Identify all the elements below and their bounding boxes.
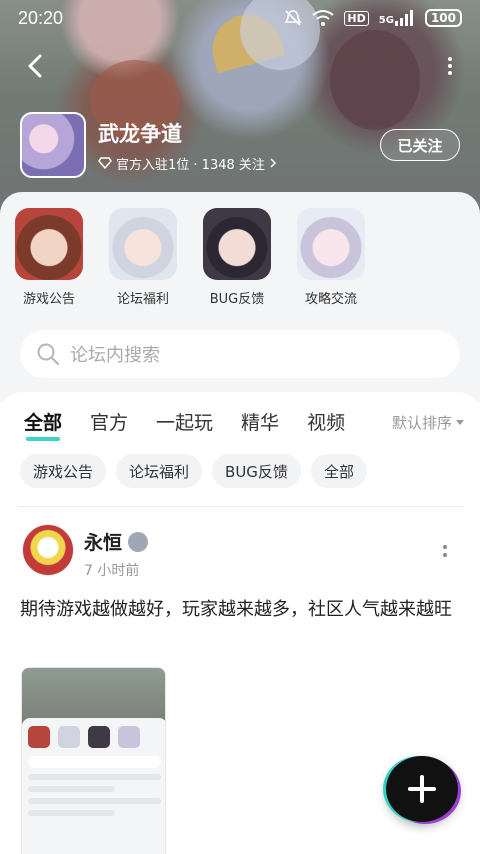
chip-announcement[interactable]: 游戏公告 bbox=[20, 454, 107, 488]
category-avatar bbox=[109, 208, 177, 280]
category-label: 攻略交流 bbox=[304, 292, 357, 307]
forum-header: 武龙争道 官方入驻1位 · 1348 关注 已关注 bbox=[20, 112, 460, 178]
post-image-thumbnail[interactable] bbox=[21, 667, 166, 854]
sort-label: 默认排序 bbox=[391, 414, 452, 432]
chip-all[interactable]: 全部 bbox=[310, 454, 367, 488]
thumbnail-body bbox=[22, 718, 165, 854]
thumbnail-category-icon bbox=[28, 726, 50, 748]
forum-meta[interactable]: 官方入驻1位 · 1348 关注 bbox=[98, 154, 277, 173]
tab-video[interactable]: 视频 bbox=[307, 408, 345, 441]
network-type-label: 5G bbox=[378, 15, 394, 26]
create-post-button[interactable] bbox=[386, 756, 458, 822]
thumbnail-category-icon bbox=[88, 726, 110, 748]
post-time: 7 小时前 bbox=[84, 563, 140, 579]
thumbnail-search bbox=[28, 756, 161, 768]
status-time: 20:20 bbox=[18, 7, 64, 28]
chip-welfare[interactable]: 论坛福利 bbox=[116, 454, 203, 488]
feed-tabs: 全部 官方 一起玩 精华 视频 bbox=[24, 408, 345, 441]
category-label: 论坛福利 bbox=[116, 292, 169, 307]
thumbnail-banner bbox=[22, 668, 165, 724]
category-item-announcement[interactable]: 游戏公告 bbox=[2, 208, 96, 307]
follow-button[interactable]: 已关注 bbox=[380, 129, 460, 161]
divider bbox=[18, 506, 464, 507]
category-item-welfare[interactable]: 论坛福利 bbox=[96, 208, 190, 307]
category-avatar bbox=[15, 208, 83, 280]
mute-icon bbox=[285, 10, 302, 26]
thumbnail-category-icon bbox=[118, 726, 140, 748]
search-input[interactable]: 论坛内搜索 bbox=[20, 330, 460, 378]
user-badge-icon bbox=[128, 532, 148, 552]
post-username[interactable]: 永恒 bbox=[84, 528, 122, 555]
sort-dropdown[interactable]: 默认排序 bbox=[392, 412, 464, 433]
tab-play-together[interactable]: 一起玩 bbox=[156, 408, 213, 441]
category-avatar bbox=[297, 208, 365, 280]
tab-featured[interactable]: 精华 bbox=[241, 408, 279, 441]
status-bar: 20:20 HD 5G 100 bbox=[0, 0, 480, 36]
post-content: 期待游戏越做越好，玩家越来越多，社区人气越来越旺 bbox=[20, 599, 452, 620]
category-item-bug-report[interactable]: BUG反馈 bbox=[190, 208, 284, 307]
chevron-right-icon bbox=[270, 158, 276, 168]
search-placeholder: 论坛内搜索 bbox=[70, 345, 160, 366]
back-button[interactable] bbox=[22, 52, 50, 80]
forum-stats: 官方入驻1位 · 1348 关注 bbox=[116, 157, 265, 173]
more-options-button[interactable] bbox=[444, 56, 456, 76]
avatar[interactable] bbox=[22, 524, 74, 576]
filter-chips: 游戏公告 论坛福利 BUG反馈 全部 bbox=[20, 454, 367, 488]
tab-official[interactable]: 官方 bbox=[90, 408, 128, 441]
thumbnail-line bbox=[28, 774, 161, 780]
category-row: 游戏公告 论坛福利 BUG反馈 攻略交流 bbox=[0, 208, 480, 307]
search-icon bbox=[37, 343, 59, 365]
category-item-strategy[interactable]: 攻略交流 bbox=[284, 208, 378, 307]
back-arrow-icon bbox=[28, 54, 42, 78]
hd-icon: HD bbox=[344, 10, 369, 26]
plus-icon bbox=[408, 775, 436, 803]
post-more-button[interactable] bbox=[442, 544, 448, 560]
diamond-icon bbox=[98, 157, 112, 169]
thumbnail-category-icon bbox=[58, 726, 80, 748]
category-label: BUG反馈 bbox=[209, 292, 265, 307]
category-avatar bbox=[203, 208, 271, 280]
thumbnail-line bbox=[28, 786, 115, 792]
wifi-icon bbox=[312, 10, 335, 26]
forum-name: 武龙争道 bbox=[98, 122, 182, 146]
caret-down-icon bbox=[456, 419, 464, 425]
category-label: 游戏公告 bbox=[22, 292, 75, 307]
forum-logo bbox=[20, 112, 86, 178]
signal-icon: 5G bbox=[379, 10, 415, 26]
tab-all[interactable]: 全部 bbox=[24, 408, 62, 441]
more-vertical-icon bbox=[448, 57, 452, 75]
battery-indicator: 100 bbox=[424, 9, 462, 27]
forum-panel: 游戏公告 论坛福利 BUG反馈 攻略交流 论坛内搜索 bbox=[0, 192, 480, 402]
thumbnail-line bbox=[28, 810, 115, 816]
thumbnail-line bbox=[28, 798, 161, 804]
chip-bug-report[interactable]: BUG反馈 bbox=[212, 454, 301, 488]
more-vertical-icon bbox=[443, 545, 447, 557]
